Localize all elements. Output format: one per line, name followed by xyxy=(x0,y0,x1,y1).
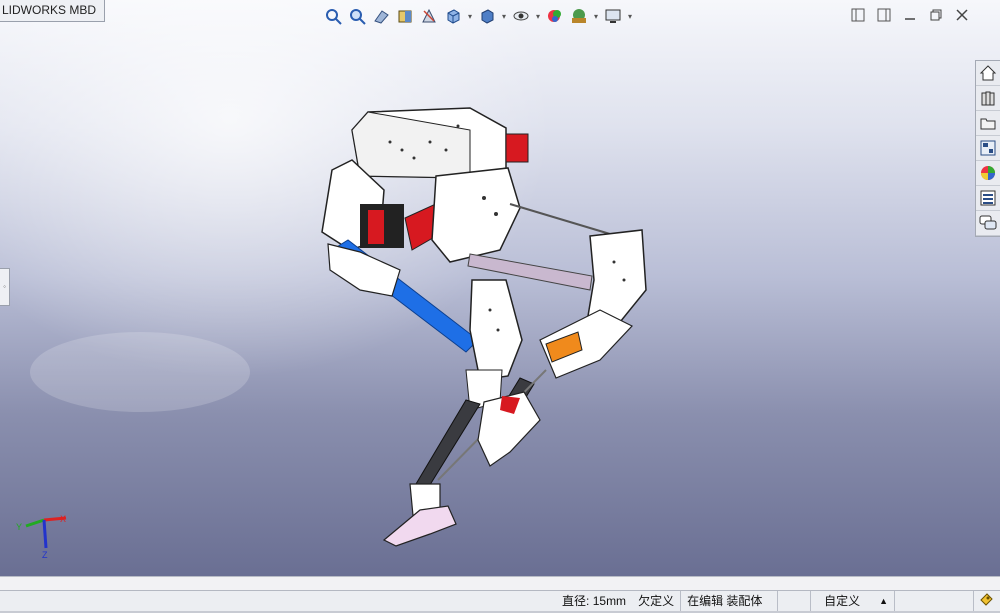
center-knee-bracket[interactable] xyxy=(469,279,523,381)
appearances-scenes-icon[interactable] xyxy=(976,161,1000,186)
previous-view-icon[interactable] xyxy=(370,5,392,27)
status-units[interactable]: 自定义 xyxy=(810,591,873,611)
restore-icon[interactable] xyxy=(926,6,946,24)
status-bar: 直径: 15mm 欠定义 在编辑 装配体 自定义 ▲ xyxy=(0,590,1000,611)
svg-text:X: X xyxy=(60,514,66,524)
task-pane-tabs xyxy=(975,60,1000,237)
dynamic-annotation-views-icon[interactable] xyxy=(418,5,440,27)
red-servo-left[interactable] xyxy=(368,210,384,244)
reference-triad: X Y Z xyxy=(16,514,67,560)
status-spacer-cell xyxy=(777,591,810,611)
chevron-down-icon[interactable]: ▾ xyxy=(534,12,542,21)
view-settings-icon[interactable] xyxy=(602,5,624,27)
status-diameter: 直径: 15mm xyxy=(562,594,627,608)
floor-reflection xyxy=(30,332,250,412)
zoom-to-fit-icon[interactable] xyxy=(322,5,344,27)
rebuild-status-icon[interactable] xyxy=(973,591,1000,611)
chevron-down-icon[interactable]: ▾ xyxy=(626,12,634,21)
svg-text:Z: Z xyxy=(42,550,48,560)
chevron-down-icon[interactable]: ▾ xyxy=(592,12,600,21)
hide-show-items-icon[interactable] xyxy=(510,5,532,27)
robot-leg-model[interactable] xyxy=(0,0,1000,576)
front-foot-pad[interactable] xyxy=(382,505,457,547)
solidworks-resources-icon[interactable] xyxy=(976,61,1000,86)
status-definition: 欠定义 xyxy=(638,594,675,608)
heads-up-view-toolbar: ▾ ▾ ▾ ▾ ▾ xyxy=(322,4,634,28)
minimize-icon[interactable] xyxy=(900,6,920,24)
graphics-area[interactable]: LIDWORKS MBD ▾ ▾ ▾ ▾ ▾ ◦ X Y Z xyxy=(0,0,1000,576)
chevron-down-icon[interactable]: ▾ xyxy=(466,12,474,21)
horizontal-scrollbar[interactable] xyxy=(0,576,1000,591)
y-axis-arrow xyxy=(25,518,45,528)
split-right-icon[interactable] xyxy=(874,6,894,24)
display-style-icon[interactable] xyxy=(476,5,498,27)
edit-appearance-icon[interactable] xyxy=(544,5,566,27)
svg-text:Y: Y xyxy=(16,522,22,532)
status-units-arrow[interactable]: ▲ xyxy=(873,591,894,611)
split-left-icon[interactable] xyxy=(848,6,868,24)
window-controls xyxy=(848,6,972,24)
forum-icon[interactable] xyxy=(976,211,1000,236)
view-palette-icon[interactable] xyxy=(976,136,1000,161)
right-hip-plate[interactable] xyxy=(431,167,521,263)
file-explorer-icon[interactable] xyxy=(976,111,1000,136)
design-library-icon[interactable] xyxy=(976,86,1000,111)
z-axis-arrow xyxy=(42,519,48,549)
status-editing: 在编辑 装配体 xyxy=(680,591,777,611)
section-view-icon[interactable] xyxy=(394,5,416,27)
apply-scene-icon[interactable] xyxy=(568,5,590,27)
dark-shin-rod[interactable] xyxy=(415,399,481,489)
document-tab[interactable]: LIDWORKS MBD xyxy=(0,0,106,22)
zoom-to-area-icon[interactable] xyxy=(346,5,368,27)
chevron-down-icon[interactable]: ▾ xyxy=(500,12,508,21)
close-icon[interactable] xyxy=(952,6,972,24)
status-spacer-cell-2 xyxy=(894,591,973,611)
view-orientation-icon[interactable] xyxy=(442,5,464,27)
document-tab-label: LIDWORKS MBD xyxy=(2,3,97,17)
red-servo-top[interactable] xyxy=(505,133,529,163)
feature-manager-collapse-handle[interactable]: ◦ xyxy=(0,268,10,306)
custom-properties-icon[interactable] xyxy=(976,186,1000,211)
